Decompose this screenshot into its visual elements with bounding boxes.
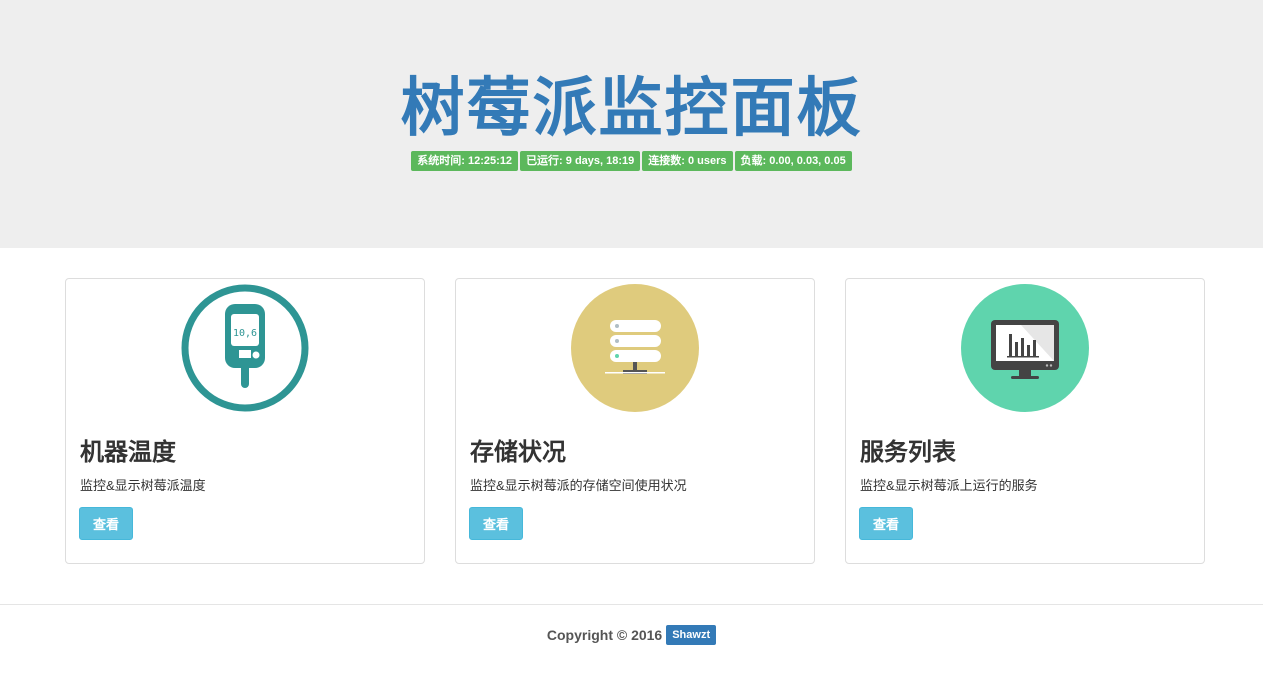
glucose-meter-icon: 10,6	[181, 284, 309, 412]
card-description: 监控&显示树莓派上运行的服务	[860, 478, 1038, 493]
header-jumbotron: 树莓派监控面板 系统时间: 12:25:12 已运行: 9 days, 18:1…	[0, 0, 1263, 248]
system-stats: 系统时间: 12:25:12 已运行: 9 days, 18:19 连接数: 0…	[0, 151, 1263, 171]
card-temperature: 10,6 机器温度 监控&显示树莓派温度 查看	[65, 278, 425, 564]
card-title: 机器温度	[80, 439, 176, 466]
monitor-chart-icon	[961, 284, 1089, 412]
copyright-text: Copyright © 2016	[546, 627, 663, 643]
connections-badge: 连接数: 0 users	[642, 151, 733, 171]
view-services-button[interactable]: 查看	[859, 507, 913, 540]
page-title: 树莓派监控面板	[400, 72, 863, 144]
footer: Copyright © 2016 Shawzt	[0, 625, 1263, 645]
card-title: 存储状况	[470, 439, 566, 466]
system-time-badge: 系统时间: 12:25:12	[411, 151, 519, 171]
meter-display-text: 10,6	[233, 328, 257, 339]
load-average-badge: 负载: 0.00, 0.03, 0.05	[734, 151, 852, 171]
card-services: 服务列表 监控&显示树莓派上运行的服务 查看	[845, 278, 1205, 564]
view-storage-button[interactable]: 查看	[469, 507, 523, 540]
card-storage: 存储状况 监控&显示树莓派的存储空间使用状况 查看	[455, 278, 815, 564]
author-link[interactable]: Shawzt	[666, 625, 717, 645]
footer-divider	[0, 604, 1263, 605]
card-description: 监控&显示树莓派温度	[80, 478, 206, 493]
server-storage-icon	[571, 284, 699, 412]
card-title: 服务列表	[860, 439, 956, 466]
uptime-badge: 已运行: 9 days, 18:19	[520, 151, 641, 171]
card-description: 监控&显示树莓派的存储空间使用状况	[470, 478, 687, 493]
view-temperature-button[interactable]: 查看	[79, 507, 133, 540]
